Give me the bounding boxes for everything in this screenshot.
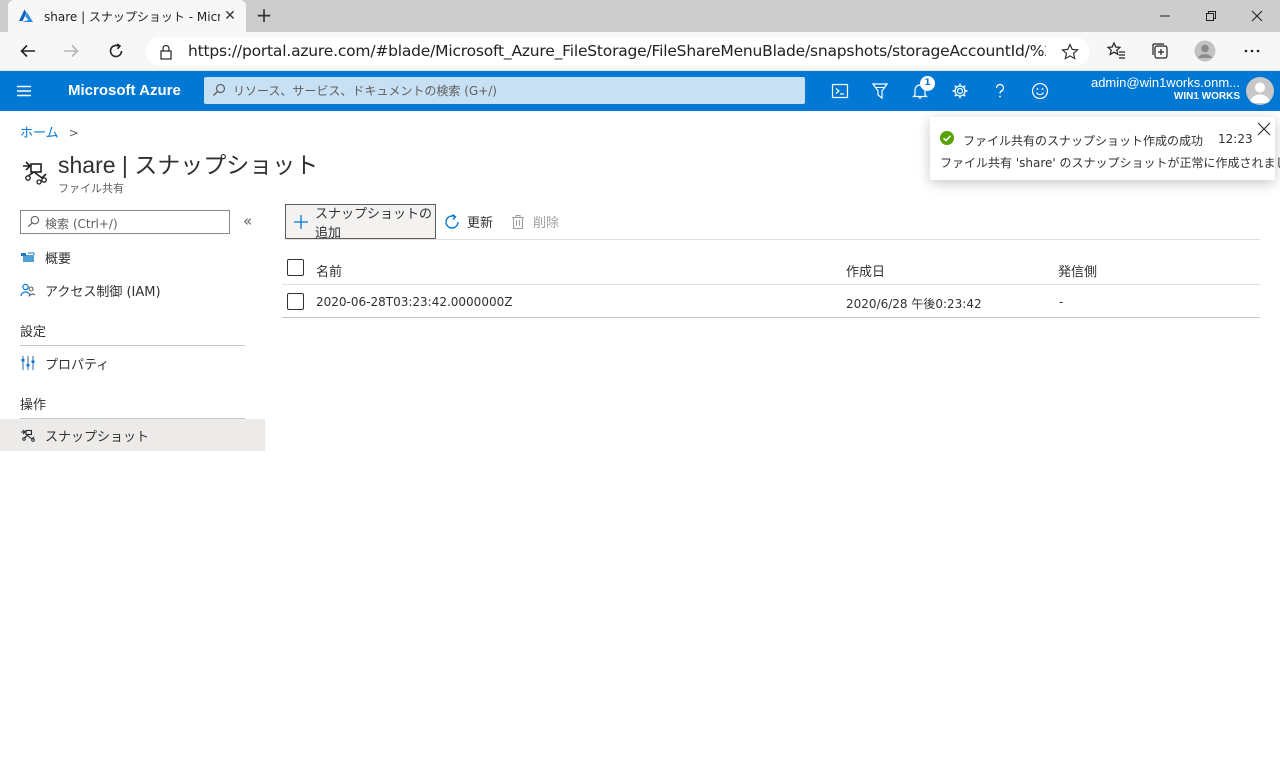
- sidebar-section-operations: 操作: [20, 398, 47, 413]
- plus-icon: [293, 213, 309, 231]
- feedback-smiley-icon[interactable]: [1029, 80, 1051, 102]
- column-header-created[interactable]: 作成日: [846, 261, 885, 280]
- select-all-checkbox[interactable]: [287, 259, 304, 276]
- forward-button[interactable]: [58, 38, 84, 64]
- user-avatar-icon: [1250, 82, 1270, 103]
- sidebar-section-settings: 設定: [20, 325, 47, 340]
- breadcrumb-home[interactable]: ホーム: [20, 126, 59, 141]
- sidebar-item-label: アクセス制御 (IAM): [45, 284, 161, 300]
- tab-title: share | スナップショット - Microsoft: [44, 9, 220, 24]
- sidebar-item-properties[interactable]: プロパティ: [0, 347, 265, 379]
- reload-icon: [109, 43, 123, 58]
- notification-badge: 1: [920, 76, 935, 91]
- grid-header: 名前 作成日 発信側: [282, 252, 1260, 285]
- address-bar[interactable]: https://portal.azure.com/#blade/Microsof…: [146, 37, 1089, 66]
- account-org: WIN1 WORKS: [1173, 91, 1240, 102]
- account-menu[interactable]: admin@win1works.onm... WIN1 WORKS: [1091, 75, 1240, 102]
- favorites-icon[interactable]: [1105, 40, 1127, 62]
- azure-logo-icon: [19, 9, 33, 22]
- snapshot-created: 2020/6/28 午後0:23:42: [846, 297, 982, 311]
- success-check-icon: [940, 131, 954, 145]
- delete-label: 削除: [533, 216, 560, 231]
- close-icon[interactable]: [1256, 121, 1272, 137]
- search-icon: [213, 83, 226, 96]
- section-divider: [20, 345, 245, 346]
- back-button[interactable]: [15, 38, 41, 64]
- iam-icon: [20, 282, 36, 298]
- collections-icon[interactable]: [1149, 40, 1171, 62]
- sidebar-item-label: プロパティ: [45, 357, 110, 373]
- sidebar-item-iam[interactable]: アクセス制御 (IAM): [0, 274, 265, 306]
- help-question-icon[interactable]: [989, 80, 1011, 102]
- search-icon: [27, 215, 40, 228]
- global-search-input[interactable]: リソース、サービス、ドキュメントの検索 (G+/): [204, 77, 805, 104]
- toast-time: 12:23: [1218, 132, 1253, 146]
- sidebar-item-overview[interactable]: 概要: [0, 241, 265, 273]
- breadcrumb-separator-icon: >: [68, 126, 79, 140]
- row-checkbox[interactable]: [287, 293, 304, 310]
- collapse-menu-icon[interactable]: «: [243, 212, 252, 230]
- snapshot-icon: [20, 427, 36, 443]
- properties-icon: [20, 355, 36, 371]
- settings-gear-icon[interactable]: [949, 80, 971, 102]
- directory-filter-icon[interactable]: [869, 80, 891, 102]
- browser-tab[interactable]: share | スナップショット - Microsoft ✕: [8, 0, 246, 32]
- refresh-label: 更新: [467, 216, 494, 231]
- restore-button[interactable]: [1188, 0, 1234, 32]
- overview-icon: [20, 249, 36, 265]
- command-bar-divider: [285, 239, 1260, 240]
- profile-avatar[interactable]: [1194, 40, 1216, 62]
- snapshot-name: 2020-06-28T03:23:42.0000000Z: [316, 295, 513, 309]
- success-toast[interactable]: ファイル共有のスナップショット作成の成功 12:23 ファイル共有 'share…: [930, 117, 1280, 180]
- breadcrumb: ホーム >: [20, 122, 79, 141]
- sidebar-item-snapshots[interactable]: スナップショット: [0, 419, 265, 451]
- lock-icon: [160, 44, 172, 60]
- sidebar-item-label: 概要: [45, 251, 72, 267]
- browser-toolbar: https://portal.azure.com/#blade/Microsof…: [0, 32, 1280, 71]
- search-placeholder: 検索 (Ctrl+/): [45, 217, 118, 231]
- delete-button[interactable]: 削除: [509, 204, 559, 239]
- close-window-button[interactable]: [1234, 0, 1280, 32]
- search-placeholder: リソース、サービス、ドキュメントの検索 (G+/): [233, 84, 497, 98]
- url-text: https://portal.azure.com/#blade/Microsof…: [188, 42, 1046, 60]
- forward-arrow-icon: [64, 44, 79, 58]
- page-subtitle: ファイル共有: [58, 182, 124, 195]
- reload-button[interactable]: [103, 38, 129, 64]
- toast-message: ファイル共有 'share' のスナップショットが正常に作成されました。: [940, 156, 1280, 170]
- column-header-name[interactable]: 名前: [316, 261, 342, 280]
- table-row[interactable]: 2020-06-28T03:23:42.0000000Z 2020/6/28 午…: [282, 286, 1260, 318]
- account-email: admin@win1works.onm...: [1090, 75, 1240, 90]
- file-share-snapshot-icon: [23, 161, 47, 185]
- account-avatar[interactable]: [1246, 77, 1274, 105]
- resource-menu-search-input[interactable]: 検索 (Ctrl+/): [20, 210, 230, 234]
- tab-close-icon[interactable]: ✕: [222, 8, 238, 24]
- toast-title: ファイル共有のスナップショット作成の成功: [963, 134, 1204, 148]
- more-options-icon[interactable]: [1241, 40, 1263, 62]
- trash-icon: [509, 213, 527, 231]
- cloud-shell-icon[interactable]: [829, 80, 851, 102]
- azure-brand[interactable]: Microsoft Azure: [68, 82, 181, 99]
- azure-header: Microsoft Azure リソース、サービス、ドキュメントの検索 (G+/…: [0, 71, 1280, 111]
- sidebar-item-label: スナップショット: [45, 429, 150, 445]
- refresh-button[interactable]: 更新: [443, 204, 493, 239]
- snapshot-origin: -: [1059, 295, 1064, 309]
- minimize-button[interactable]: [1142, 0, 1188, 32]
- new-tab-button[interactable]: +: [254, 5, 274, 25]
- page-title: share | スナップショット: [58, 152, 319, 178]
- back-arrow-icon: [20, 44, 35, 58]
- add-snapshot-label: スナップショットの追加: [315, 206, 433, 241]
- column-header-origin[interactable]: 発信側: [1058, 261, 1097, 280]
- add-snapshot-button[interactable]: スナップショットの追加: [285, 204, 436, 241]
- browser-tab-bar: share | スナップショット - Microsoft ✕ +: [0, 0, 1280, 32]
- refresh-icon: [443, 213, 461, 231]
- favorite-star-icon[interactable]: [1061, 43, 1079, 61]
- menu-hamburger-icon[interactable]: [16, 83, 32, 99]
